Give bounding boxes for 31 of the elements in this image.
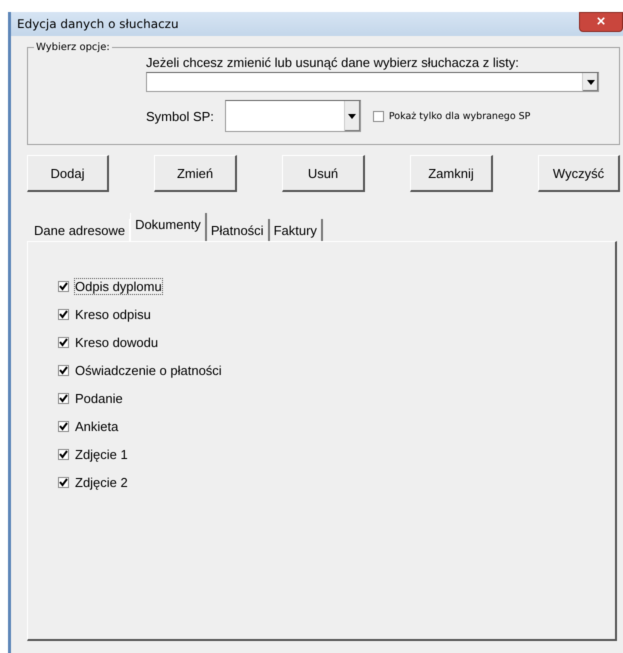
document-label: Ankieta: [74, 418, 120, 434]
filter-label: Pokaż tylko dla wybranego SP: [388, 110, 530, 122]
action-button[interactable]: Zmień: [154, 155, 237, 192]
document-checkbox[interactable]: [58, 308, 69, 320]
document-checkbox[interactable]: [58, 280, 69, 292]
document-label: Oświadczenie o płatności: [74, 362, 223, 378]
action-button[interactable]: Wyczyść: [538, 155, 620, 192]
document-checkbox[interactable]: [58, 476, 69, 488]
document-checkbox[interactable]: [58, 336, 69, 348]
close-button[interactable]: ×: [579, 12, 623, 32]
symbol-dropdown[interactable]: [224, 100, 361, 132]
window-title: Edycja danych o słuchaczu: [17, 17, 179, 31]
prompt-text: Jeżeli chcesz zmienić lub usunąć dane wybierz słuchacza z listy:: [146, 55, 520, 70]
document-checkbox[interactable]: [58, 392, 69, 404]
action-button[interactable]: Usuń: [282, 155, 365, 192]
document-checkbox[interactable]: [58, 364, 69, 376]
action-button[interactable]: Zamknij: [410, 155, 493, 192]
filter-checkbox[interactable]: [372, 110, 384, 122]
document-label: Kreso dowodu: [74, 334, 160, 350]
group-title: Wybierz opcje:: [35, 42, 111, 53]
tab[interactable]: Dokumenty: [130, 213, 207, 241]
document-label: Zdjęcie 2: [74, 474, 129, 490]
symbol-label: Symbol SP:: [146, 108, 214, 124]
document-checkbox[interactable]: [58, 420, 69, 432]
document-label: Odpis dyplomu: [74, 278, 163, 294]
document-checkbox[interactable]: [58, 448, 69, 460]
student-dropdown[interactable]: [146, 72, 599, 92]
document-label: Podanie: [74, 390, 124, 406]
document-label: Kreso odpisu: [74, 306, 152, 322]
action-button[interactable]: Dodaj: [27, 155, 109, 192]
document-label: Zdjęcie 1: [74, 446, 129, 462]
